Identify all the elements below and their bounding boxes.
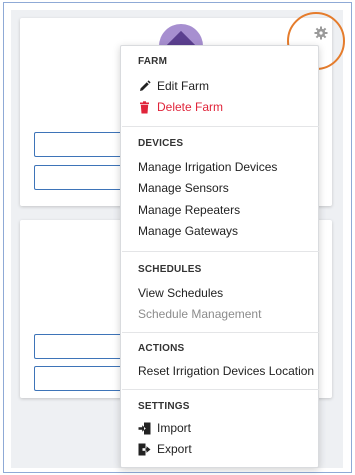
section-title-settings: SETTINGS xyxy=(138,401,190,412)
menu-item-manage-gateways[interactable]: Manage Gateways xyxy=(138,222,238,240)
menu-item-export[interactable]: Export xyxy=(138,440,192,458)
menu-divider xyxy=(122,389,319,390)
export-icon xyxy=(138,443,151,456)
settings-dropdown-menu: FARM Edit Farm Delete Farm DEVICES Manag… xyxy=(120,45,319,468)
import-icon xyxy=(138,422,151,435)
menu-item-edit-farm[interactable]: Edit Farm xyxy=(138,77,209,95)
pencil-icon xyxy=(138,79,151,93)
farm-field-1[interactable] xyxy=(34,132,134,157)
menu-divider xyxy=(122,251,319,252)
menu-item-label: Edit Farm xyxy=(157,79,210,93)
trash-icon xyxy=(138,100,151,114)
menu-item-label: Export xyxy=(157,442,192,456)
farm-field-2[interactable] xyxy=(34,165,134,190)
section-title-devices: DEVICES xyxy=(138,138,184,149)
menu-item-view-schedules[interactable]: View Schedules xyxy=(138,284,223,302)
menu-item-label: Import xyxy=(157,421,192,435)
section-title-schedules: SCHEDULES xyxy=(138,264,202,275)
menu-divider xyxy=(122,126,319,127)
menu-item-manage-irrigation-devices[interactable]: Manage Irrigation Devices xyxy=(138,158,277,176)
menu-item-import[interactable]: Import xyxy=(138,419,191,437)
menu-divider xyxy=(122,332,319,333)
farm-field-3[interactable] xyxy=(34,334,134,359)
section-title-actions: ACTIONS xyxy=(138,343,185,354)
menu-item-delete-farm[interactable]: Delete Farm xyxy=(138,98,223,116)
menu-item-reset-irrigation-devices-location[interactable]: Reset Irrigation Devices Location xyxy=(138,362,314,380)
menu-item-manage-repeaters[interactable]: Manage Repeaters xyxy=(138,201,240,219)
menu-item-manage-sensors[interactable]: Manage Sensors xyxy=(138,179,229,197)
farm-field-4[interactable] xyxy=(34,366,134,391)
menu-item-label: Delete Farm xyxy=(157,100,224,114)
section-title-farm: FARM xyxy=(138,56,168,67)
menu-item-schedule-management: Schedule Management xyxy=(138,307,262,321)
